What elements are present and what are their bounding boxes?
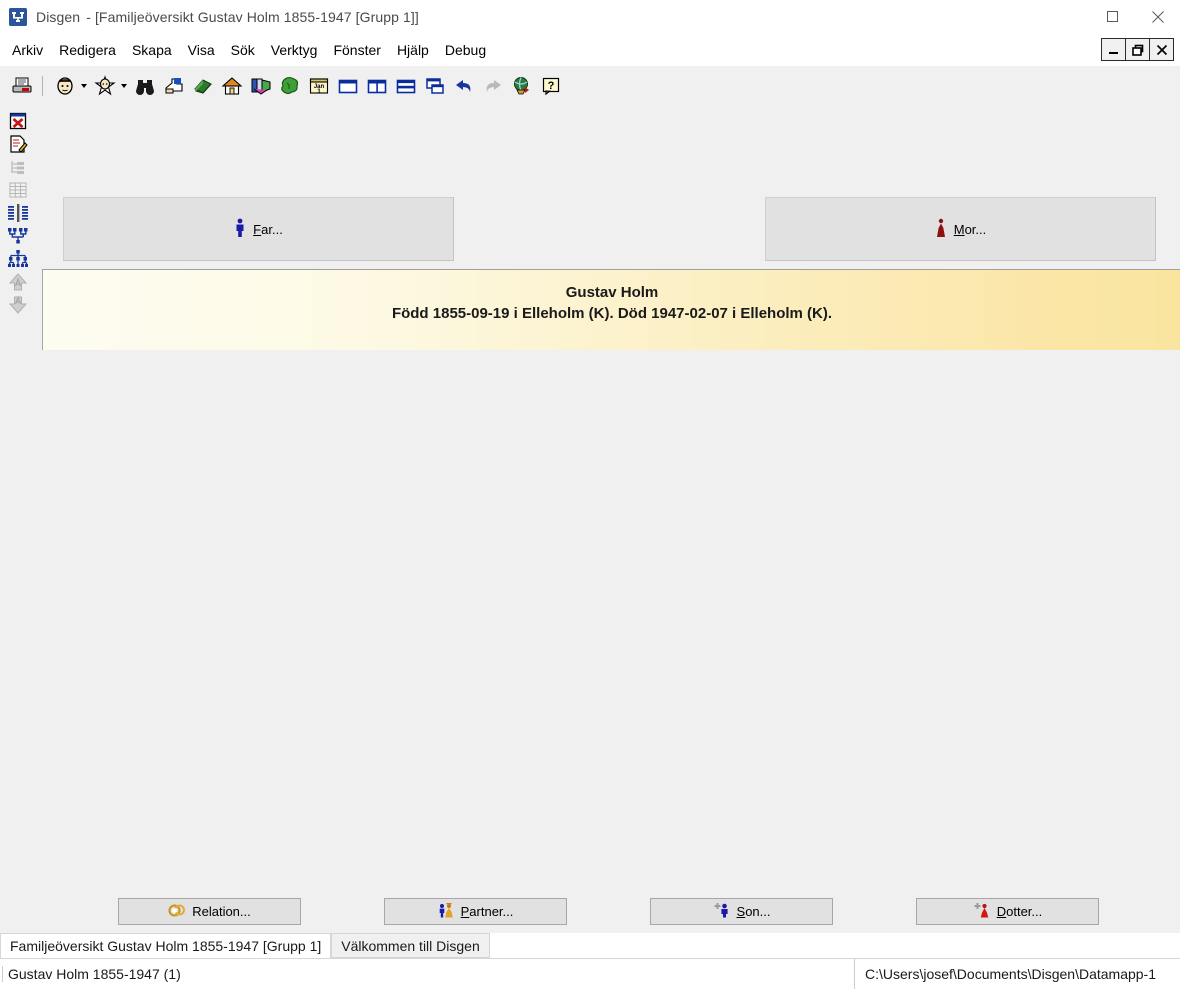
person-name: Gustav Holm xyxy=(565,284,659,301)
minimize-button[interactable] xyxy=(1045,0,1090,33)
menu-item-arkiv[interactable]: Arkiv xyxy=(4,39,51,61)
partner-button-label: Partner... xyxy=(461,904,514,919)
window-title-document: - [Familjeöversikt Gustav Holm 1855-1947… xyxy=(86,8,419,25)
add-son-icon xyxy=(713,902,731,921)
hand-pointer-icon[interactable] xyxy=(161,73,187,99)
person-info-panel[interactable]: Gustav Holm Född 1855-09-19 i Elleholm (… xyxy=(42,269,1180,350)
close-document-icon[interactable] xyxy=(5,110,31,132)
window-title-app: Disgen xyxy=(36,8,81,25)
menu-item-fonster[interactable]: Fönster xyxy=(325,39,388,61)
window-controls xyxy=(1045,0,1180,33)
navigate-up-icon[interactable] xyxy=(5,271,31,293)
side-toolbar xyxy=(0,105,36,988)
status-database-path: C:\Users\josef\Documents\Disgen\Datamapp… xyxy=(854,959,1180,989)
menu-item-redigera[interactable]: Redigera xyxy=(51,39,124,61)
status-selected-person: Gustav Holm 1855-1947 (1) xyxy=(2,966,181,982)
partner-accel: P xyxy=(460,904,470,919)
person-star-icon[interactable] xyxy=(92,73,118,99)
add-daughter-icon xyxy=(973,902,991,921)
table-grid-icon[interactable] xyxy=(5,179,31,201)
tree-outline-icon[interactable] xyxy=(5,156,31,178)
daughter-button-label: Dotter... xyxy=(997,904,1043,919)
son-accel: S xyxy=(736,904,746,919)
female-person-icon xyxy=(935,218,947,241)
house-icon[interactable] xyxy=(219,73,245,99)
wedding-rings-icon xyxy=(168,903,186,920)
close-button[interactable] xyxy=(1135,0,1180,33)
menu-bar: Arkiv Redigera Skapa Visa Sök Verktyg Fö… xyxy=(0,33,1180,66)
son-label-rest: on... xyxy=(745,904,771,919)
father-accel: F xyxy=(253,221,262,237)
title-bar: Disgen - [Familjeöversikt Gustav Holm 18… xyxy=(0,0,1180,33)
tab-valkommen-label: Välkommen till Disgen xyxy=(341,937,480,954)
disgen-application-window: Disgen - [Familjeöversikt Gustav Holm 18… xyxy=(0,0,1180,989)
mdi-minimize-button[interactable] xyxy=(1101,38,1126,61)
daughter-button[interactable]: Dotter... xyxy=(916,898,1099,925)
toolbar: Jan 1 ? xyxy=(0,66,1180,106)
binoculars-search-icon[interactable] xyxy=(132,73,158,99)
family-overview-canvas: Far... Mor... Gustav Holm Född 1855-09-1… xyxy=(36,105,1180,928)
separator xyxy=(42,75,43,96)
mdi-child-window-controls xyxy=(1101,38,1174,61)
son-button-label: Son... xyxy=(737,904,771,919)
partner-button[interactable]: Partner... xyxy=(384,898,567,925)
descendants-chart-icon[interactable] xyxy=(5,248,31,270)
mdi-restore-button[interactable] xyxy=(1125,38,1150,61)
relation-button-label: Relation... xyxy=(192,904,251,919)
relation-label-main: Relation... xyxy=(192,904,251,919)
tab-valkommen[interactable]: Välkommen till Disgen xyxy=(331,933,490,958)
green-book-icon[interactable] xyxy=(190,73,216,99)
status-bar: Gustav Holm 1855-1947 (1) C:\Users\josef… xyxy=(0,958,1180,989)
window-cascade-icon[interactable] xyxy=(422,73,448,99)
father-button-label: Far... xyxy=(253,222,283,237)
son-button[interactable]: Son... xyxy=(650,898,833,925)
window-single-icon[interactable] xyxy=(335,73,361,99)
relation-button[interactable]: Relation... xyxy=(118,898,301,925)
globe-icon[interactable] xyxy=(509,73,535,99)
redo-arrow-icon[interactable] xyxy=(480,73,506,99)
calendar-jan-1-icon[interactable]: Jan 1 xyxy=(306,73,332,99)
maximize-button[interactable] xyxy=(1090,0,1135,33)
menu-item-debug[interactable]: Debug xyxy=(437,39,494,61)
ancestors-chart-icon[interactable] xyxy=(5,225,31,247)
svg-text:?: ? xyxy=(548,80,555,92)
help-question-icon[interactable]: ? xyxy=(538,73,564,99)
father-label-rest: ar... xyxy=(261,221,283,237)
father-button[interactable]: Far... xyxy=(63,197,454,261)
partner-label-rest: artner... xyxy=(469,904,514,919)
window-vertical-split-icon[interactable] xyxy=(364,73,390,99)
family-chart-icon[interactable] xyxy=(5,202,31,224)
menu-item-skapa[interactable]: Skapa xyxy=(124,39,180,61)
daughter-label-rest: otter... xyxy=(1006,904,1043,919)
green-tree-icon[interactable] xyxy=(277,73,303,99)
menu-item-hjalp[interactable]: Hjälp xyxy=(389,39,437,61)
document-tab-strip: Familjeöversikt Gustav Holm 1855-1947 [G… xyxy=(0,933,1180,958)
person-dates: Född 1855-09-19 i Elleholm (K). Död 1947… xyxy=(391,305,833,322)
print-icon[interactable] xyxy=(9,73,35,99)
mother-button[interactable]: Mor... xyxy=(765,197,1156,261)
mdi-close-button[interactable] xyxy=(1149,38,1174,61)
undo-arrow-icon[interactable] xyxy=(451,73,477,99)
window-horizontal-split-icon[interactable] xyxy=(393,73,419,99)
couple-icon xyxy=(438,902,455,921)
menu-item-sok[interactable]: Sök xyxy=(223,39,263,61)
books-shelf-icon[interactable] xyxy=(248,73,274,99)
mother-label-rest: or... xyxy=(964,221,987,237)
male-person-icon xyxy=(234,218,246,241)
tab-familjeoversikt[interactable]: Familjeöversikt Gustav Holm 1855-1947 [G… xyxy=(0,933,332,958)
mother-button-label: Mor... xyxy=(954,222,987,237)
disgen-logo-icon xyxy=(9,7,27,26)
person-dropdown-caret-icon[interactable] xyxy=(78,73,89,99)
person-star-dropdown-caret-icon[interactable] xyxy=(118,73,129,99)
navigate-down-icon[interactable] xyxy=(5,294,31,316)
menu-item-visa[interactable]: Visa xyxy=(180,39,223,61)
action-button-bar: Relation... Partner... Son... Dotter... xyxy=(36,888,1180,933)
mother-accel: M xyxy=(953,221,965,237)
menu-item-verktyg[interactable]: Verktyg xyxy=(263,39,326,61)
tab-familjeoversikt-label: Familjeöversikt Gustav Holm 1855-1947 [G… xyxy=(10,938,322,954)
person-face-icon[interactable] xyxy=(52,73,78,99)
edit-document-icon[interactable] xyxy=(5,133,31,155)
daughter-accel: D xyxy=(996,904,1007,919)
